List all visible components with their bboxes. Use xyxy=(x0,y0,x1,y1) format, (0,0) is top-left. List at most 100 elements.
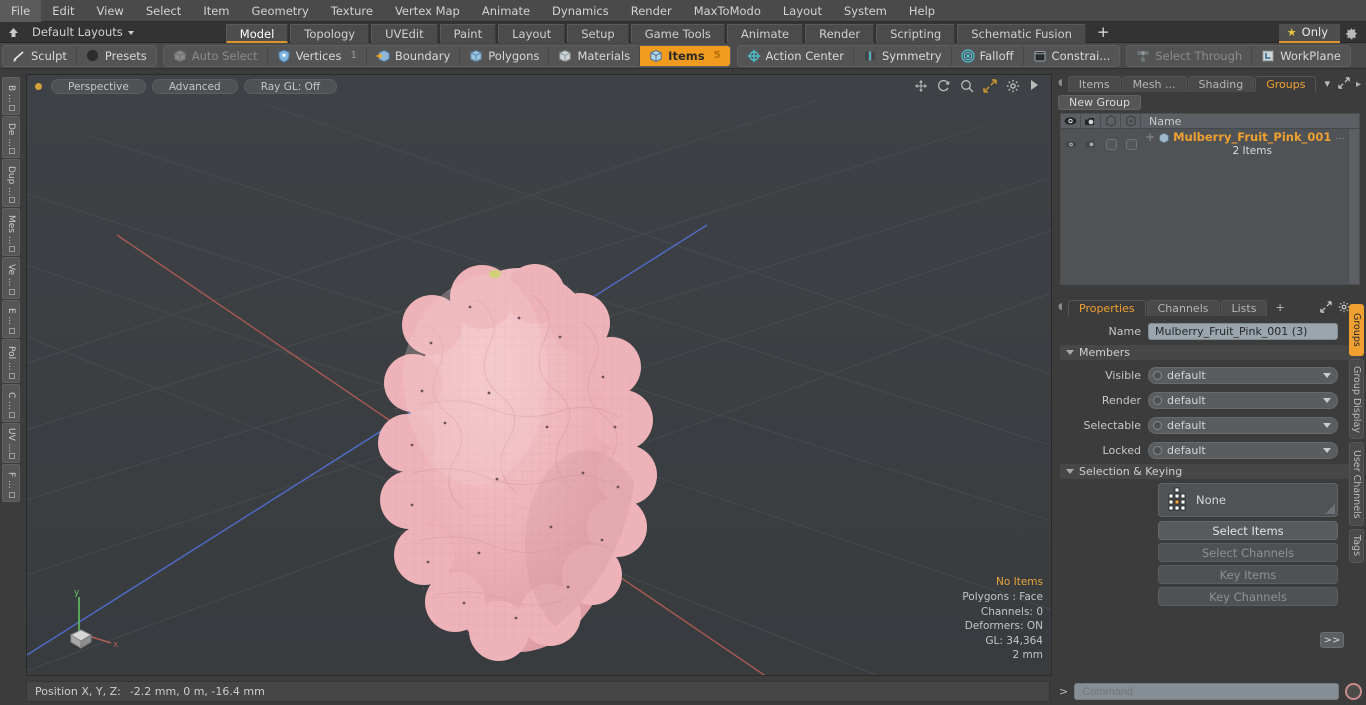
boundary-button[interactable]: Boundary xyxy=(367,45,461,66)
menu-item-geometry[interactable]: Geometry xyxy=(241,0,320,22)
3d-viewport[interactable]: Perspective Advanced Ray GL: Off y x No … xyxy=(26,74,1052,676)
panel-tab-lists[interactable]: Lists xyxy=(1220,300,1268,316)
layout-tab-setup[interactable]: Setup xyxy=(567,23,629,43)
layout-tab-animate[interactable]: Animate xyxy=(726,23,804,43)
constraint-button[interactable]: Constrai... xyxy=(1024,46,1120,66)
layout-tab-layout[interactable]: Layout xyxy=(498,23,566,43)
home-up-icon[interactable] xyxy=(0,23,26,42)
properties-menu-dot[interactable]: ◖ xyxy=(1058,298,1068,316)
layout-tab-model[interactable]: Model xyxy=(225,23,289,43)
group-list-scrollbar[interactable] xyxy=(1348,129,1359,284)
falloff-button[interactable]: Falloff xyxy=(952,45,1024,66)
row-eye-icon[interactable] xyxy=(1061,129,1081,159)
viewport-projection-button[interactable]: Perspective xyxy=(51,78,146,94)
viewport-raygl-button[interactable]: Ray GL: Off xyxy=(243,78,338,94)
selectable-dropdown[interactable]: default xyxy=(1148,416,1338,434)
gear-icon[interactable] xyxy=(1340,24,1362,43)
group-list[interactable]: Name + Mulberry_Fruit_Pink_001 2 Items .… xyxy=(1060,113,1360,285)
select-through-button[interactable]: Select Through xyxy=(1127,45,1253,66)
menu-item-render[interactable]: Render xyxy=(620,0,683,22)
vtab-tags[interactable]: Tags xyxy=(1349,529,1364,563)
action-center-button[interactable]: Action Center xyxy=(738,45,854,66)
rail-item-vertex[interactable]: Ve ... xyxy=(2,257,20,299)
rail-item-duplicate[interactable]: Dup ... xyxy=(2,159,20,207)
expand-panel-icon[interactable] xyxy=(1338,77,1350,92)
materials-button[interactable]: Materials xyxy=(549,45,641,66)
row-render-icon[interactable] xyxy=(1081,129,1101,159)
render-radio-icon[interactable] xyxy=(1153,395,1162,405)
default-layouts-menu[interactable]: Default Layouts xyxy=(26,25,134,39)
row-overflow-icon[interactable]: ... xyxy=(1335,131,1348,142)
play-icon[interactable] xyxy=(1029,79,1043,93)
row-expander[interactable]: + xyxy=(1145,131,1155,144)
workplane-button[interactable]: WorkPlane xyxy=(1252,46,1350,66)
rail-item-fusion[interactable]: F ... xyxy=(2,464,20,502)
gear-icon[interactable] xyxy=(1006,79,1020,93)
layout-tab-game-tools[interactable]: Game Tools xyxy=(630,23,725,43)
panel-tab-mesh[interactable]: Mesh ... xyxy=(1121,76,1187,92)
vtab-group-display[interactable]: Group Display xyxy=(1349,359,1364,439)
row-select-checkbox[interactable] xyxy=(1101,129,1121,159)
rail-item-basic[interactable]: B ... xyxy=(2,77,20,115)
panel-tab-channels[interactable]: Channels xyxy=(1146,300,1220,316)
rail-item-uv[interactable]: UV ... xyxy=(2,423,20,463)
zoom-icon[interactable] xyxy=(960,79,974,93)
menu-item-animate[interactable]: Animate xyxy=(471,0,541,22)
lock-icon[interactable] xyxy=(1121,113,1141,129)
layout-tab-render[interactable]: Render xyxy=(805,23,875,43)
visible-radio-icon[interactable] xyxy=(1153,370,1162,380)
locked-dropdown[interactable]: default xyxy=(1148,441,1338,459)
viewport-shading-button[interactable]: Advanced xyxy=(151,78,238,94)
panel-tab-shading[interactable]: Shading xyxy=(1187,76,1255,92)
auto-select-button[interactable]: Auto Select xyxy=(164,45,268,66)
move-icon[interactable] xyxy=(914,79,928,93)
mulberry-fruit-model[interactable] xyxy=(27,75,1051,675)
render-icon[interactable] xyxy=(1081,113,1101,129)
select-icon[interactable] xyxy=(1101,113,1121,129)
group-list-row[interactable]: + Mulberry_Fruit_Pink_001 2 Items ... xyxy=(1061,129,1348,159)
menu-item-texture[interactable]: Texture xyxy=(320,0,384,22)
eye-icon[interactable] xyxy=(1061,113,1081,129)
axis-gizmo[interactable]: y x xyxy=(67,585,137,655)
menu-item-vertex-map[interactable]: Vertex Map xyxy=(384,0,471,22)
rail-item-deform[interactable]: De ... xyxy=(2,116,20,158)
vtab-user-channels[interactable]: User Channels xyxy=(1349,442,1364,526)
layout-tab-paint[interactable]: Paint xyxy=(439,23,497,43)
expand-more-button[interactable]: >> xyxy=(1320,632,1344,648)
record-icon[interactable] xyxy=(1345,683,1362,700)
layout-tab-topology[interactable]: Topology xyxy=(290,23,370,43)
members-section-header[interactable]: Members xyxy=(1060,345,1360,360)
chevron-down-icon[interactable]: ▾ xyxy=(1317,76,1337,92)
new-group-button[interactable]: New Group xyxy=(1058,95,1141,110)
rail-item-mesh-edit[interactable]: Mes ... xyxy=(2,208,20,256)
add-layout-tab-button[interactable]: + xyxy=(1088,24,1119,43)
row-name-cell[interactable]: + Mulberry_Fruit_Pink_001 2 Items ... xyxy=(1141,131,1348,158)
panel-tab-properties[interactable]: Properties xyxy=(1068,300,1146,316)
panel-menu-arrow-icon[interactable]: ▸ xyxy=(1356,79,1361,90)
layout-tab-schematic-fusion[interactable]: Schematic Fusion xyxy=(957,23,1086,43)
symmetry-button[interactable]: Symmetry xyxy=(854,45,952,66)
polygons-button[interactable]: Polygons xyxy=(460,45,550,66)
panel-menu-dot[interactable]: ◖ xyxy=(1058,74,1068,92)
rail-item-curve[interactable]: C ... xyxy=(2,384,20,422)
menu-item-view[interactable]: View xyxy=(86,0,135,22)
rotate-icon[interactable] xyxy=(937,79,951,93)
sculpt-button[interactable]: Sculpt xyxy=(3,45,77,66)
presets-button[interactable]: Presets xyxy=(77,46,156,66)
add-properties-tab-button[interactable]: + xyxy=(1268,300,1291,316)
rail-item-polygon[interactable]: Pol ... xyxy=(2,339,20,383)
select-items-button[interactable]: Select Items xyxy=(1158,521,1338,540)
vtab-groups[interactable]: Groups xyxy=(1349,304,1364,356)
selectable-radio-icon[interactable] xyxy=(1153,420,1162,430)
items-button[interactable]: Items 5 xyxy=(640,45,730,66)
fit-icon[interactable] xyxy=(983,79,997,93)
menu-item-dynamics[interactable]: Dynamics xyxy=(541,0,620,22)
viewport-menu-dot[interactable] xyxy=(35,82,42,90)
layout-tab-uvedit[interactable]: UVEdit xyxy=(371,23,438,43)
menu-item-help[interactable]: Help xyxy=(898,0,946,22)
menu-item-item[interactable]: Item xyxy=(192,0,240,22)
menu-item-file[interactable]: File xyxy=(0,0,42,22)
selection-keying-section-header[interactable]: Selection & Keying xyxy=(1060,464,1360,479)
vertices-button[interactable]: Vertices 1 xyxy=(268,45,367,66)
menu-item-layout[interactable]: Layout xyxy=(772,0,833,22)
